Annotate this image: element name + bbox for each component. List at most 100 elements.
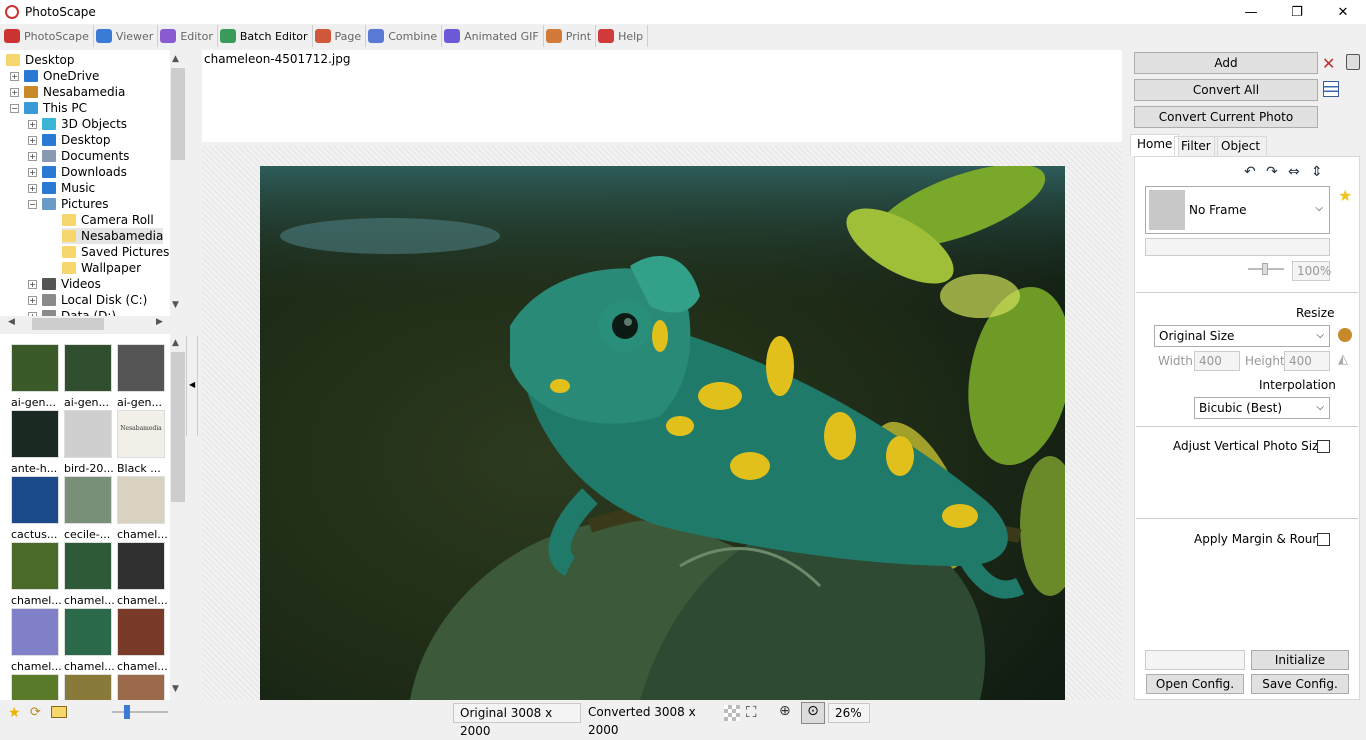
- thumbnail[interactable]: [11, 608, 59, 656]
- open-config-button[interactable]: Open Config.: [1146, 674, 1244, 694]
- thumbnail-list[interactable]: ai-gen... ai-gen... ai-gen... ante-h... bird…: [0, 334, 186, 700]
- tree-item[interactable]: Camera Roll: [62, 212, 154, 228]
- tab-page[interactable]: Page: [313, 25, 367, 47]
- tree-item[interactable]: Nesabamedia: [62, 228, 164, 244]
- thumbnail[interactable]: [64, 410, 112, 458]
- opacity-input[interactable]: 100%: [1292, 261, 1331, 281]
- tree-item[interactable]: Documents: [42, 148, 129, 164]
- tab-filter[interactable]: Filter: [1174, 136, 1218, 156]
- apply-margin-checkbox[interactable]: [1317, 533, 1330, 546]
- tree-hscroll-thumb[interactable]: [32, 318, 104, 330]
- thumbnail[interactable]: [117, 476, 165, 524]
- tab-editor[interactable]: Editor: [158, 25, 218, 47]
- collapse-icon[interactable]: −: [10, 104, 19, 113]
- tree-scroll-thumb[interactable]: [171, 68, 185, 160]
- close-button[interactable]: ✕: [1320, 0, 1366, 24]
- tree-item[interactable]: Nesabamedia: [24, 84, 125, 100]
- zoom-actual-icon[interactable]: ⊕: [779, 703, 791, 719]
- tab-help[interactable]: Help: [596, 25, 649, 47]
- resize-select[interactable]: Original Size ⌵: [1154, 325, 1330, 347]
- favorite-star-icon[interactable]: ★: [8, 705, 21, 721]
- tree-horizontal-scrollbar[interactable]: ◀ ▶: [0, 316, 186, 332]
- favorite-star-icon[interactable]: ★: [1338, 186, 1352, 205]
- maximize-button[interactable]: ❐: [1274, 0, 1320, 24]
- tree-item[interactable]: Wallpaper: [62, 260, 141, 276]
- ratio-icon[interactable]: ◭: [1338, 352, 1348, 367]
- expand-icon[interactable]: +: [10, 72, 19, 81]
- thumbnail[interactable]: [64, 542, 112, 590]
- preview-photo[interactable]: [260, 166, 1065, 700]
- transparency-icon[interactable]: [724, 705, 740, 721]
- height-input[interactable]: 400: [1284, 351, 1330, 371]
- opacity-slider-thumb[interactable]: [1262, 263, 1268, 275]
- convert-current-photo-button[interactable]: Convert Current Photo: [1134, 106, 1318, 128]
- tab-photoscape[interactable]: PhotoScape: [2, 25, 94, 47]
- flip-vertical-icon[interactable]: ⇕: [1311, 164, 1323, 180]
- rotate-right-icon[interactable]: ↷: [1266, 164, 1278, 180]
- expand-icon[interactable]: +: [28, 168, 37, 177]
- expand-icon[interactable]: +: [10, 88, 19, 97]
- thumbnail[interactable]: Nesabamedia: [117, 410, 165, 458]
- flip-horizontal-icon[interactable]: ⇔: [1288, 164, 1300, 180]
- panel-splitter[interactable]: ◀: [186, 336, 198, 436]
- tab-viewer[interactable]: Viewer: [94, 25, 159, 47]
- thumbs-scroll-thumb[interactable]: [171, 352, 185, 502]
- thumbnail[interactable]: [11, 344, 59, 392]
- tree-item[interactable]: This PC: [24, 100, 87, 116]
- scroll-left-icon[interactable]: ◀: [8, 317, 15, 327]
- collapse-icon[interactable]: −: [28, 200, 37, 209]
- save-config-button[interactable]: Save Config.: [1251, 674, 1349, 694]
- adjust-vertical-checkbox[interactable]: [1317, 440, 1330, 453]
- thumbnail-size-thumb[interactable]: [124, 705, 130, 719]
- tree-item[interactable]: Local Disk (C:): [42, 292, 147, 308]
- thumbs-vertical-scrollbar[interactable]: ▲ ▼: [170, 334, 186, 700]
- tree-item[interactable]: Videos: [42, 276, 101, 292]
- zoom-fit-icon[interactable]: ⊙: [801, 702, 825, 724]
- frame-select[interactable]: No Frame ⌵: [1145, 186, 1330, 234]
- open-folder-icon[interactable]: [51, 706, 67, 718]
- expand-icon[interactable]: +: [28, 152, 37, 161]
- thumbnail[interactable]: [11, 410, 59, 458]
- thumbnail[interactable]: [64, 344, 112, 392]
- thumbnail[interactable]: [11, 542, 59, 590]
- interpolation-select[interactable]: Bicubic (Best) ⌵: [1194, 397, 1330, 419]
- tree-item[interactable]: Desktop: [6, 52, 75, 68]
- tab-object[interactable]: Object: [1214, 136, 1268, 156]
- scroll-down-icon[interactable]: ▼: [172, 300, 179, 310]
- expand-icon[interactable]: +: [28, 280, 37, 289]
- scroll-right-icon[interactable]: ▶: [156, 317, 163, 327]
- tab-animated-gif[interactable]: Animated GIF: [442, 25, 544, 47]
- thumbnail[interactable]: [64, 608, 112, 656]
- thumbnail-size-slider[interactable]: [112, 705, 168, 719]
- tree-item[interactable]: 3D Objects: [42, 116, 127, 132]
- list-options-icon[interactable]: [1323, 81, 1339, 97]
- frame-option-field[interactable]: [1145, 238, 1330, 256]
- initialize-button[interactable]: Initialize: [1251, 650, 1349, 670]
- tab-print[interactable]: Print: [544, 25, 597, 47]
- resize-preset-icon[interactable]: [1338, 328, 1352, 342]
- minimize-button[interactable]: —: [1228, 0, 1274, 24]
- thumbnail[interactable]: [64, 476, 112, 524]
- thumbnail[interactable]: [117, 542, 165, 590]
- tab-home[interactable]: Home: [1130, 134, 1180, 156]
- thumbnail[interactable]: [117, 608, 165, 656]
- width-input[interactable]: 400: [1194, 351, 1240, 371]
- thumbnail[interactable]: [11, 674, 59, 700]
- tree-vertical-scrollbar[interactable]: ▲ ▼: [170, 50, 186, 316]
- tree-item[interactable]: Data (D:): [42, 308, 116, 316]
- refresh-folder-icon[interactable]: ⟳: [30, 705, 41, 720]
- tab-combine[interactable]: Combine: [366, 25, 443, 47]
- tree-item[interactable]: OneDrive: [24, 68, 99, 84]
- thumbnail[interactable]: [117, 344, 165, 392]
- thumbnail[interactable]: [64, 674, 112, 700]
- expand-icon[interactable]: +: [28, 184, 37, 193]
- add-button[interactable]: Add: [1134, 52, 1318, 74]
- convert-all-button[interactable]: Convert All: [1134, 79, 1318, 101]
- tree-item[interactable]: Saved Pictures: [62, 244, 169, 260]
- tree-item[interactable]: Downloads: [42, 164, 127, 180]
- tree-item[interactable]: Music: [42, 180, 95, 196]
- thumbnail[interactable]: [117, 674, 165, 700]
- tab-batch-editor[interactable]: Batch Editor: [218, 25, 313, 47]
- folder-tree[interactable]: Desktop + OneDrive + Nesabamedia − This PC +3D …: [0, 50, 186, 316]
- scroll-up-icon[interactable]: ▲: [172, 54, 179, 64]
